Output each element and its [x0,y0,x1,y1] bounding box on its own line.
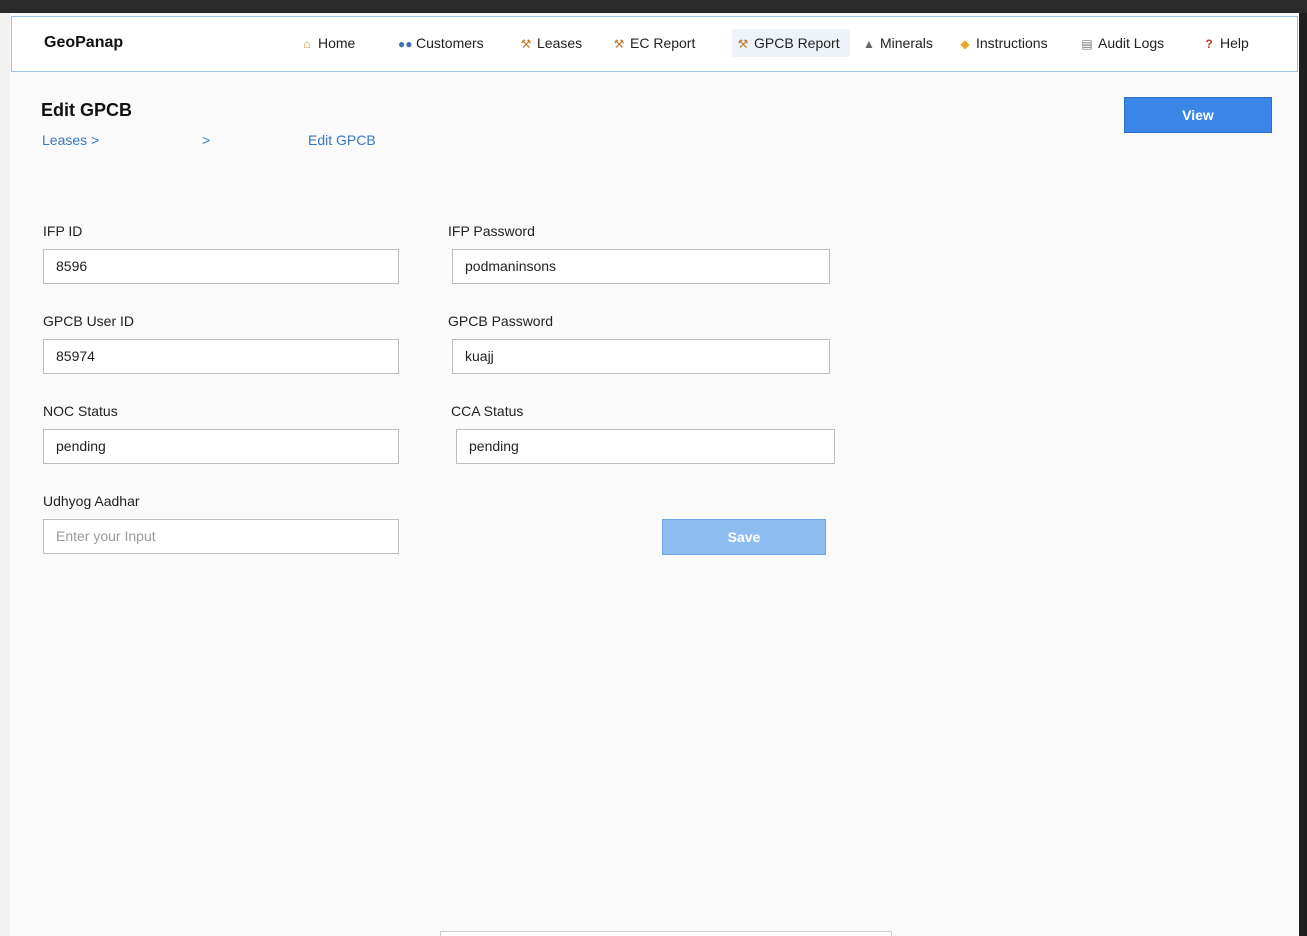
nav-instructions-label: Instructions [976,35,1048,51]
nav-home-label: Home [318,35,356,51]
users-icon: ●● [398,37,413,51]
save-button[interactable]: Save [662,519,826,555]
nav-home[interactable]: ⌂ Home [296,29,359,57]
nav-audit-logs-label: Audit Logs [1098,35,1165,51]
nav-leases[interactable]: ⚒ Leases [515,29,586,57]
nav-ec-report[interactable]: ⚒ EC Report [608,29,699,57]
cca-status-field[interactable]: pending [456,429,835,464]
breadcrumb-leases[interactable]: Leases > [42,132,99,148]
nav-leases-label: Leases [537,35,583,51]
home-icon: ⌂ [303,37,311,51]
udhyog-aadhar-input[interactable]: Enter your Input [43,519,399,554]
nav-minerals-label: Minerals [880,35,933,51]
crane-icon: ⚒ [520,37,532,51]
gpcb-password-field[interactable]: kuajj [452,339,830,374]
gpcb-password-label: GPCB Password [448,313,554,329]
right-edge [1299,13,1307,936]
handshake-icon: ◆ [960,37,970,51]
ifp-id-field[interactable]: 8596 [43,249,399,284]
crane-icon: ⚒ [613,37,625,51]
breadcrumb-separator: > [202,132,211,148]
udhyog-aadhar-label: Udhyog Aadhar [43,493,140,509]
ifp-password-field[interactable]: podmaninsons [452,249,830,284]
nav-help-label: Help [1220,35,1249,51]
crane-icon: ⚒ [737,37,749,51]
ifp-id-label: IFP ID [43,223,83,239]
rock-icon: ▲ [863,37,875,51]
page-title: Edit GPCB [41,100,133,120]
left-edge [0,13,10,936]
gpcb-user-id-label: GPCB User ID [43,313,135,329]
ifp-password-label: IFP Password [448,223,535,239]
view-button[interactable]: View [1124,97,1272,133]
nav-instructions[interactable]: ◆ Instructions [954,29,1052,57]
nav-customers-label: Customers [416,35,484,51]
clipboard-icon: ▤ [1081,37,1093,51]
top-navbar: GeoPanap ⌂ Home ●● Customers ⚒ Leases ⚒ EC R… [11,16,1298,72]
brand-logo[interactable]: GeoPanap [44,34,123,52]
breadcrumb-current: Edit GPCB [308,132,376,148]
noc-status-label: NOC Status [43,403,118,419]
noc-status-field[interactable]: pending [43,429,399,464]
nav-gpcb-report-label: GPCB Report [754,35,840,51]
nav-customers[interactable]: ●● Customers [394,29,488,57]
nav-ec-report-label: EC Report [630,35,696,51]
question-icon: ? [1205,37,1213,51]
browser-top-strip [0,0,1307,13]
nav-gpcb-report[interactable]: ⚒ GPCB Report [732,29,850,57]
nav-minerals[interactable]: ▲ Minerals [858,29,937,57]
nav-help[interactable]: ? Help [1198,29,1253,57]
bottom-panel-edge [440,931,892,936]
gpcb-user-id-field[interactable]: 85974 [43,339,399,374]
nav-audit-logs[interactable]: ▤ Audit Logs [1076,29,1168,57]
cca-status-label: CCA Status [451,403,524,419]
